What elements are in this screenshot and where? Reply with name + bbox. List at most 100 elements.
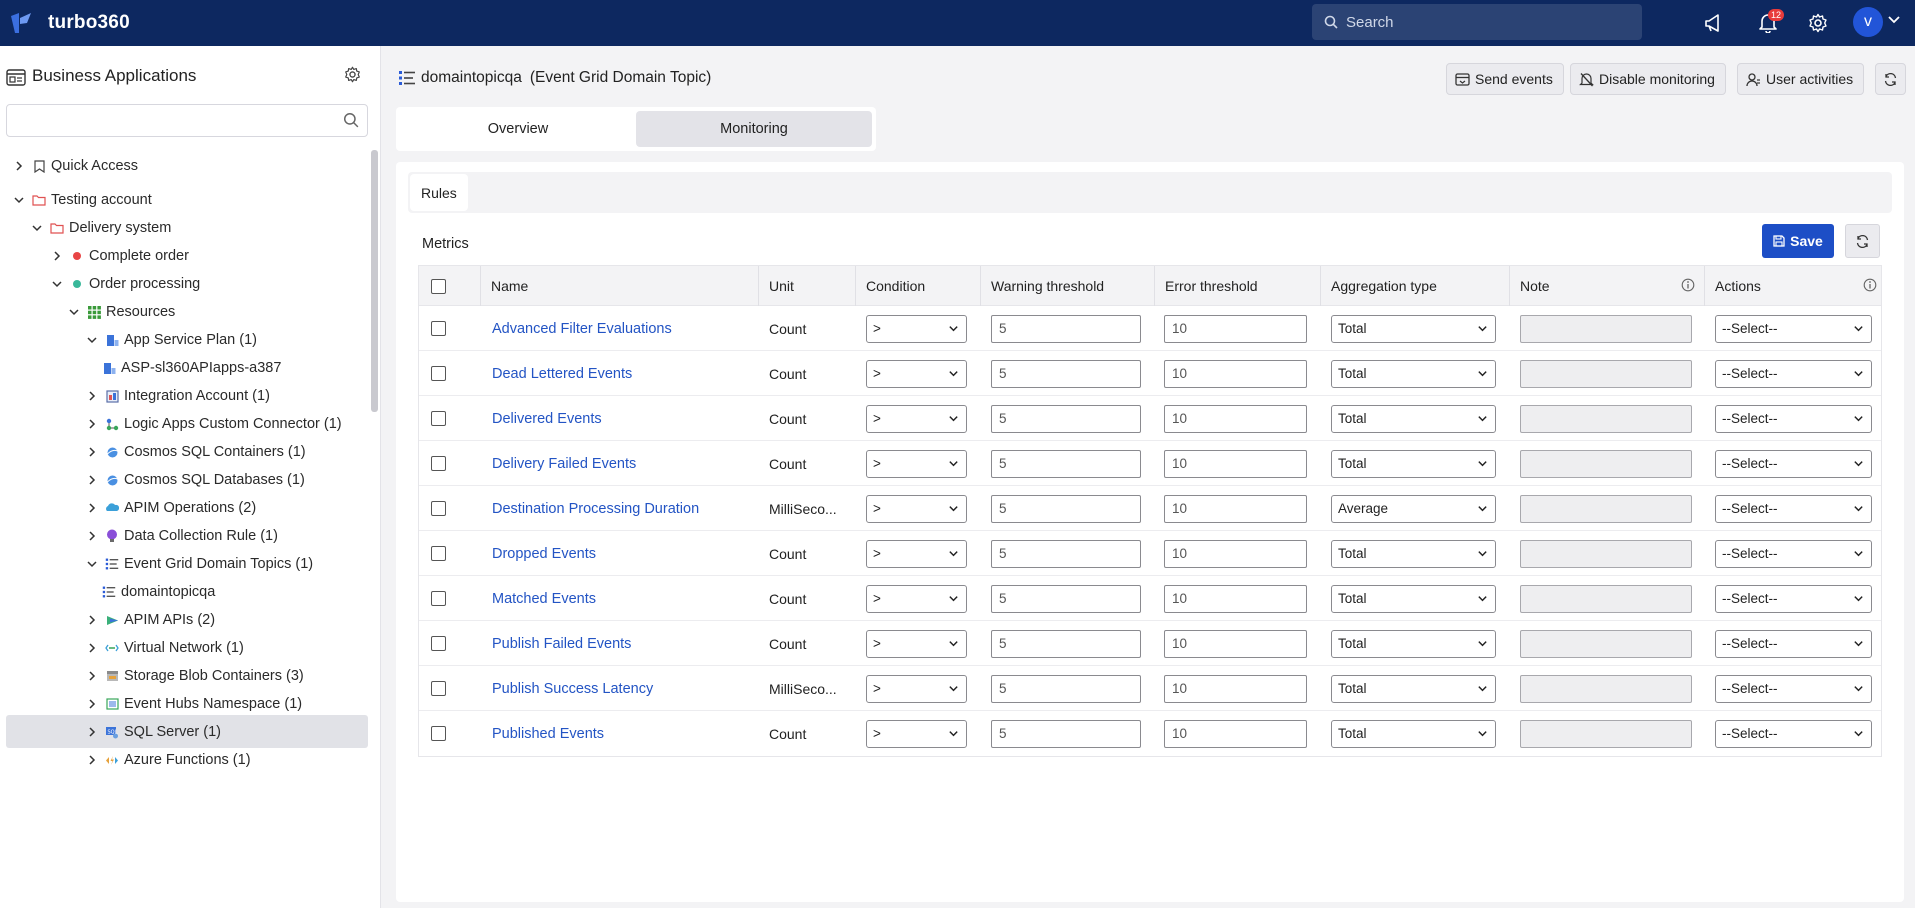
aggregation-type-select[interactable]: Total — [1331, 314, 1496, 343]
row-checkbox[interactable] — [431, 546, 446, 561]
error-threshold-input[interactable]: 10 — [1164, 719, 1307, 748]
tree-item[interactable]: Cosmos SQL Containers (1) — [85, 438, 306, 466]
actions-info-icon[interactable] — [1863, 278, 1877, 292]
tree-item[interactable]: APIM APIs (2) — [85, 606, 215, 634]
metric-name-link[interactable]: Destination Processing Duration — [492, 501, 699, 517]
error-threshold-input[interactable]: 10 — [1164, 314, 1307, 343]
row-checkbox[interactable] — [431, 366, 446, 381]
actions-select[interactable]: --Select-- — [1715, 404, 1872, 433]
error-threshold-input[interactable]: 10 — [1164, 449, 1307, 478]
metric-name-link[interactable]: Matched Events — [492, 591, 596, 607]
actions-select[interactable]: --Select-- — [1715, 674, 1872, 703]
chevron-down-icon[interactable] — [12, 194, 26, 206]
note-input[interactable] — [1520, 359, 1692, 388]
save-button[interactable]: Save — [1762, 224, 1834, 258]
actions-select[interactable]: --Select-- — [1715, 629, 1872, 658]
user-avatar[interactable]: v — [1853, 7, 1883, 37]
tree-item[interactable]: Azure Functions (1) — [85, 746, 251, 774]
sidebar-search-input[interactable] — [6, 104, 368, 137]
aggregation-type-select[interactable]: Total — [1331, 404, 1496, 433]
tree-item[interactable]: App Service Plan (1) — [85, 326, 257, 354]
error-threshold-input[interactable]: 10 — [1164, 494, 1307, 523]
tree-item[interactable]: APIM Operations (2) — [85, 494, 256, 522]
row-checkbox[interactable] — [431, 456, 446, 471]
tree-item[interactable]: Quick Access — [12, 152, 138, 180]
tree-item[interactable]: Event Hubs Namespace (1) — [85, 690, 302, 718]
aggregation-type-select[interactable]: Total — [1331, 584, 1496, 613]
column-aggregation-type[interactable]: Aggregation type — [1331, 266, 1437, 306]
note-info-icon[interactable] — [1681, 278, 1695, 292]
tree-item[interactable]: Logic Apps Custom Connector (1) — [85, 410, 342, 438]
metric-name-link[interactable]: Delivered Events — [492, 411, 602, 427]
row-checkbox[interactable] — [431, 591, 446, 606]
chevron-right-icon[interactable] — [85, 390, 99, 402]
column-actions[interactable]: Actions — [1715, 266, 1761, 306]
aggregation-type-select[interactable]: Average — [1331, 494, 1496, 523]
tree-item[interactable]: Virtual Network (1) — [85, 634, 244, 662]
refresh-page-button[interactable] — [1875, 63, 1906, 95]
condition-select[interactable]: > — [866, 584, 967, 613]
warning-threshold-input[interactable]: 5 — [991, 539, 1141, 568]
condition-select[interactable]: > — [866, 719, 967, 748]
metric-name-link[interactable]: Publish Failed Events — [492, 636, 631, 652]
column-warning-threshold[interactable]: Warning threshold — [991, 266, 1104, 306]
condition-select[interactable]: > — [866, 314, 967, 343]
tree-item[interactable]: Cosmos SQL Databases (1) — [85, 466, 305, 494]
tree-item[interactable]: Testing account — [12, 186, 152, 214]
notifications-button[interactable]: 12 — [1753, 8, 1784, 38]
aggregation-type-select[interactable]: Total — [1331, 539, 1496, 568]
tree-item[interactable]: Storage Blob Containers (3) — [85, 662, 304, 690]
warning-threshold-input[interactable]: 5 — [991, 674, 1141, 703]
settings-button[interactable] — [1803, 8, 1833, 38]
note-input[interactable] — [1520, 629, 1692, 658]
chevron-down-icon[interactable] — [1887, 13, 1901, 27]
chevron-right-icon[interactable] — [12, 160, 26, 172]
error-threshold-input[interactable]: 10 — [1164, 584, 1307, 613]
tree-item[interactable]: Event Grid Domain Topics (1) — [85, 550, 313, 578]
chevron-right-icon[interactable] — [85, 614, 99, 626]
condition-select[interactable]: > — [866, 359, 967, 388]
tab-rules[interactable]: Rules — [410, 174, 468, 211]
chevron-right-icon[interactable] — [50, 250, 64, 262]
global-search-input[interactable]: Search — [1312, 4, 1642, 40]
tab-overview[interactable]: Overview — [400, 111, 636, 147]
note-input[interactable] — [1520, 719, 1692, 748]
metric-name-link[interactable]: Delivery Failed Events — [492, 456, 636, 472]
aggregation-type-select[interactable]: Total — [1331, 629, 1496, 658]
column-note[interactable]: Note — [1520, 266, 1550, 306]
warning-threshold-input[interactable]: 5 — [991, 494, 1141, 523]
note-input[interactable] — [1520, 314, 1692, 343]
aggregation-type-select[interactable]: Total — [1331, 359, 1496, 388]
warning-threshold-input[interactable]: 5 — [991, 449, 1141, 478]
note-input[interactable] — [1520, 584, 1692, 613]
metric-name-link[interactable]: Dropped Events — [492, 546, 596, 562]
aggregation-type-select[interactable]: Total — [1331, 449, 1496, 478]
chevron-right-icon[interactable] — [85, 642, 99, 654]
condition-select[interactable]: > — [866, 674, 967, 703]
condition-select[interactable]: > — [866, 449, 967, 478]
note-input[interactable] — [1520, 539, 1692, 568]
column-error-threshold[interactable]: Error threshold — [1165, 266, 1258, 306]
row-checkbox[interactable] — [431, 636, 446, 651]
row-checkbox[interactable] — [431, 321, 446, 336]
condition-select[interactable]: > — [866, 629, 967, 658]
note-input[interactable] — [1520, 674, 1692, 703]
chevron-down-icon[interactable] — [67, 306, 81, 318]
tree-item[interactable]: Integration Account (1) — [85, 382, 270, 410]
tree-item[interactable]: Complete order — [50, 242, 189, 270]
actions-select[interactable]: --Select-- — [1715, 314, 1872, 343]
row-checkbox[interactable] — [431, 501, 446, 516]
gear-icon[interactable] — [344, 66, 361, 83]
announcements-button[interactable] — [1700, 8, 1730, 38]
actions-select[interactable]: --Select-- — [1715, 494, 1872, 523]
disable-monitoring-button[interactable]: Disable monitoring — [1570, 63, 1726, 95]
tree-item[interactable]: domaintopicqa — [102, 578, 215, 606]
user-activities-button[interactable]: User activities — [1737, 63, 1865, 95]
error-threshold-input[interactable]: 10 — [1164, 674, 1307, 703]
condition-select[interactable]: > — [866, 494, 967, 523]
chevron-right-icon[interactable] — [85, 502, 99, 514]
error-threshold-input[interactable]: 10 — [1164, 629, 1307, 658]
sidebar-scrollbar[interactable] — [371, 150, 378, 412]
chevron-right-icon[interactable] — [85, 446, 99, 458]
error-threshold-input[interactable]: 10 — [1164, 359, 1307, 388]
